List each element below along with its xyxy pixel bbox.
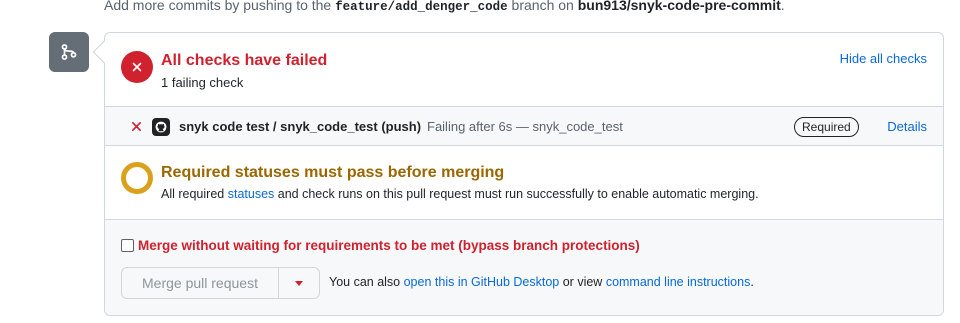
required-status-description: All required statuses and check runs on … [161,187,759,201]
merge-section: Merge without waiting for requirements t… [105,220,943,315]
merge-pull-request-button[interactable]: Merge pull request [122,268,279,298]
status-desc-suffix: and check runs on this pull request must… [277,187,759,201]
x-icon [131,119,142,135]
required-status-section: Required statuses must pass before mergi… [105,146,943,220]
open-desktop-link[interactable]: open this in GitHub Desktop [404,275,560,289]
push-instructions: Add more commits by pushing to the featu… [104,0,785,14]
merge-method-dropdown[interactable] [279,268,319,298]
help-suffix: . [750,275,754,289]
bypass-checkbox[interactable] [121,239,134,252]
repo-name: bun913/snyk-code-pre-commit [577,0,781,13]
help-prefix: You can also [329,275,401,289]
statuses-link[interactable]: statuses [228,187,275,201]
status-desc-prefix: All required [161,187,225,201]
push-suffix: . [780,0,785,13]
bypass-label: Merge without waiting for requirements t… [138,238,640,253]
checks-title: All checks have failed [161,52,328,69]
bypass-option[interactable]: Merge without waiting for requirements t… [121,238,640,253]
check-name: snyk code test / snyk_code_test (push) [179,119,422,134]
pending-ring-icon [121,162,153,194]
hide-all-checks-link[interactable]: Hide all checks [840,51,927,66]
triangle-down-icon [295,280,303,286]
required-status-title: Required statuses must pass before mergi… [161,164,505,181]
required-badge: Required [794,117,859,137]
details-link[interactable]: Details [887,119,927,134]
command-line-instructions-link[interactable]: command line instructions [606,275,751,289]
checks-header: All checks have failed 1 failing check H… [105,33,943,107]
check-row: snyk code test / snyk_code_test (push) F… [105,107,943,146]
merge-box: All checks have failed 1 failing check H… [104,32,944,316]
git-branch-icon [49,32,89,72]
push-prefix: Add more commits by pushing to the [104,0,332,13]
check-description: Failing after 6s — snyk_code_test [427,119,623,134]
merge-button-group: Merge pull request [121,267,320,299]
checks-subtitle: 1 failing check [161,75,244,90]
merge-help-text: You can also open this in GitHub Desktop… [329,275,754,289]
push-middle: branch on [511,0,574,13]
github-logo-icon [152,118,170,136]
branch-name: feature/add_denger_code [335,0,508,14]
help-middle: or view [562,275,603,289]
x-circle-icon [121,51,153,83]
